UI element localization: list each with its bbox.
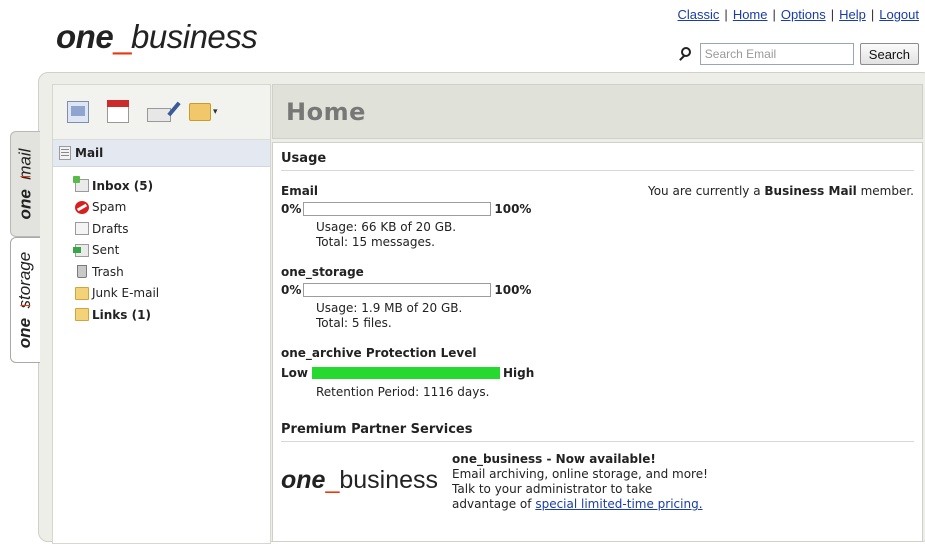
storage-bar-max: 100% (494, 283, 532, 297)
folder-label: Links (1) (92, 307, 151, 322)
mail-section-title: Mail (75, 146, 104, 160)
tab-one-storage[interactable]: one_storage (10, 237, 40, 363)
search-button[interactable]: Search (859, 43, 919, 65)
email-bar-min: 0% (281, 202, 302, 216)
folder-label: Sent (92, 243, 120, 258)
membership-status: You are currently a Business Mail member… (647, 184, 914, 198)
promo-line-1: Email archiving, online storage, and mor… (452, 467, 708, 481)
premium-promo: one_business one_business - Now availabl… (281, 452, 914, 512)
storage-usage-label: one_storage (281, 265, 364, 279)
protection-high-label: High (502, 366, 535, 380)
storage-total-text: Total: 5 files. (316, 316, 392, 330)
storage-usage-bar (303, 283, 492, 297)
folder-icon (75, 286, 89, 300)
toolbar: ▾ (53, 85, 270, 140)
page-header: Home (272, 84, 923, 139)
drafts-icon (75, 222, 89, 236)
email-usage-text: Usage: 66 KB of 20 GB. (316, 220, 457, 234)
archive-protection-label: one_archive Protection Level (281, 346, 477, 360)
chevron-down-icon[interactable]: ▾ (213, 107, 218, 117)
premium-section-title: Premium Partner Services (281, 414, 914, 442)
storage-usage: one_storage 0% 100% Usage: 1.9 MB of 20 … (281, 265, 914, 331)
folder-item-spam[interactable]: Spam (75, 197, 270, 219)
email-usage: Email You are currently a Business Mail … (281, 184, 914, 250)
storage-usage-text: Usage: 1.9 MB of 20 GB. (316, 301, 463, 315)
classic-link[interactable]: Classic (678, 7, 720, 22)
top-nav-links: Classic | Home | Options | Help | Logout (677, 7, 919, 22)
page-title: Home (286, 97, 366, 126)
promo-line-2: Talk to your administrator to take (452, 482, 653, 496)
inbox-icon (73, 176, 89, 193)
options-link[interactable]: Options (781, 7, 826, 22)
compose-icon[interactable] (147, 108, 171, 122)
sent-icon (73, 243, 89, 257)
folder-item-trash[interactable]: Trash (75, 261, 270, 283)
search-bar: Search (678, 43, 919, 65)
folder-list: Inbox (5) Spam Drafts Sent Trash Junk E-… (53, 167, 270, 326)
promo-line-3: advantage of special limited-time pricin… (452, 497, 703, 511)
folder-item-drafts[interactable]: Drafts (75, 218, 270, 240)
trash-icon (77, 265, 87, 279)
contacts-icon[interactable] (67, 101, 89, 123)
folder-item-links[interactable]: Links (1) (75, 304, 270, 326)
mail-icon (59, 146, 71, 160)
app-logo: one_business (56, 18, 258, 55)
help-link[interactable]: Help (839, 7, 866, 22)
left-panel: ▾ Mail Inbox (5) Spam Drafts Sent Trash … (52, 84, 271, 544)
folder-label: Spam (92, 200, 127, 215)
folder-label: Junk E-mail (92, 286, 160, 301)
home-content: Usage Email You are currently a Business… (272, 142, 923, 542)
search-input[interactable] (699, 43, 854, 65)
calendar-icon[interactable] (107, 100, 129, 123)
spam-icon (75, 200, 89, 214)
archive-protection: one_archive Protection Level Low High Re… (281, 346, 914, 400)
retention-period-text: Retention Period: 1116 days. (316, 385, 490, 399)
home-link[interactable]: Home (733, 7, 768, 22)
folder-label: Inbox (5) (92, 178, 154, 193)
mail-section-header[interactable]: Mail (53, 140, 270, 167)
tab-one-mail[interactable]: one_mail (10, 131, 40, 237)
folder-menu-icon[interactable] (189, 103, 211, 121)
folder-label: Drafts (92, 221, 129, 236)
folder-item-sent[interactable]: Sent (73, 240, 270, 262)
promo-headline: one_business - Now available! (452, 452, 656, 466)
email-bar-max: 100% (494, 202, 532, 216)
tab-one-mail-label: one_mail (15, 148, 35, 220)
email-total-text: Total: 15 messages. (316, 235, 435, 249)
protection-level-bar (311, 367, 500, 379)
folder-item-inbox[interactable]: Inbox (5) (73, 175, 270, 197)
storage-bar-min: 0% (281, 283, 302, 297)
folder-label: Trash (92, 264, 124, 279)
folder-item-junk-email[interactable]: Junk E-mail (75, 283, 270, 305)
email-usage-bar (303, 202, 492, 216)
protection-low-label: Low (281, 366, 308, 380)
pricing-link[interactable]: special limited-time pricing. (535, 497, 702, 511)
search-icon[interactable] (678, 46, 694, 62)
folder-icon (75, 308, 89, 322)
usage-section-title: Usage (281, 143, 914, 171)
logout-link[interactable]: Logout (879, 7, 919, 22)
partner-logo: one_business (281, 466, 439, 494)
tab-one-storage-label: one_storage (15, 251, 35, 349)
